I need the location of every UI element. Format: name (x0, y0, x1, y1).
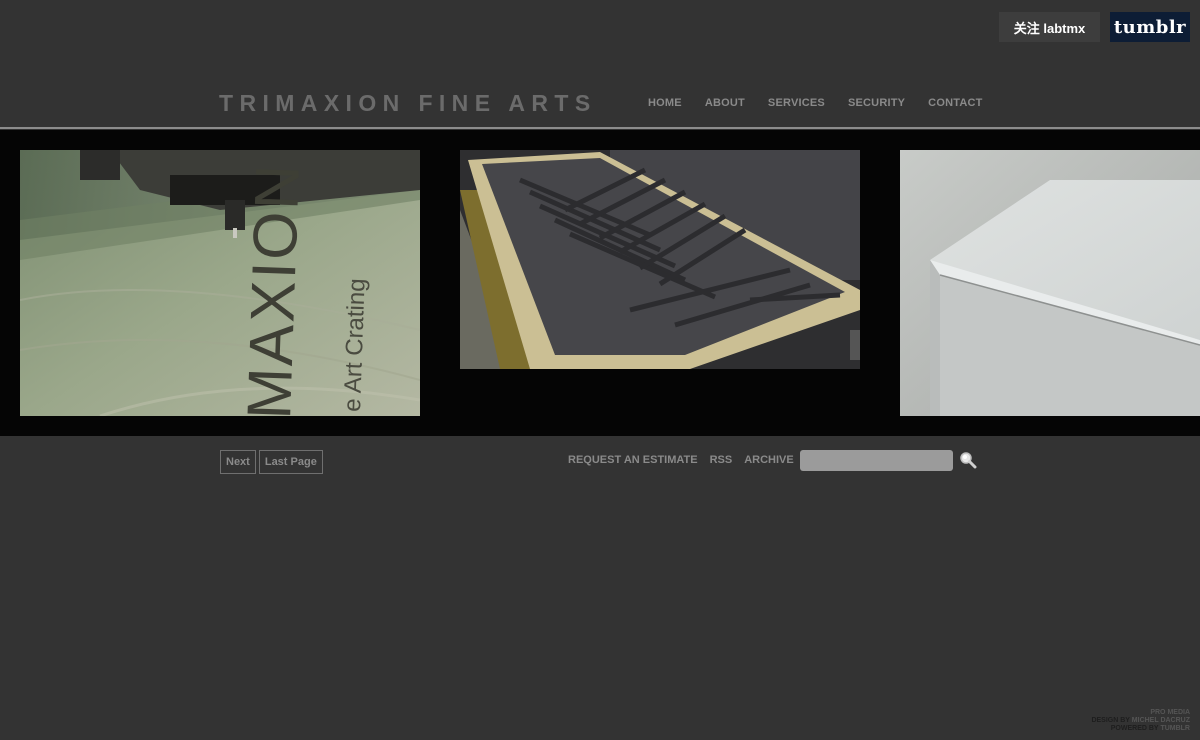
archive-link[interactable]: ARCHIVE (744, 454, 794, 466)
site-title[interactable]: TRIMAXION FINE ARTS (219, 90, 597, 117)
nav-about[interactable]: ABOUT (705, 97, 745, 109)
pagination: Next Last Page (220, 450, 323, 474)
header-divider (0, 127, 1200, 129)
gallery-photo-box[interactable] (900, 150, 1200, 416)
last-page-button[interactable]: Last Page (258, 450, 323, 474)
credits-powered-prefix: POWERED BY (1110, 725, 1159, 732)
page: 关注 labtmx tumblr TRIMAXION FINE ARTS HOM… (0, 0, 1200, 740)
footer-links: REQUEST AN ESTIMATE RSS ARCHIVE (568, 454, 806, 466)
gallery-photo-engraving[interactable]: MAXION e Art Crating (20, 150, 420, 416)
engraved-text-small: e Art Crating (339, 278, 371, 412)
rss-link[interactable]: RSS (710, 454, 733, 466)
credits-tumblr-link[interactable]: TUMBLR (1160, 725, 1190, 732)
request-estimate-link[interactable]: REQUEST AN ESTIMATE (568, 454, 698, 466)
follow-button[interactable]: 关注 labtmx (999, 12, 1100, 42)
nav-services[interactable]: SERVICES (768, 97, 825, 109)
next-page-button[interactable]: Next (220, 450, 256, 474)
site-credits: PRO MEDIA DESIGN BY MICHEL DACRUZ POWERE… (1091, 709, 1190, 733)
photo-gallery: MAXION e Art Crating (0, 130, 1200, 436)
credits-line1: PRO MEDIA (1150, 709, 1190, 716)
nav-security[interactable]: SECURITY (848, 97, 905, 109)
engraved-text-large: MAXION (235, 162, 313, 416)
magnifier-icon[interactable] (959, 451, 977, 469)
credits-designer-link[interactable]: MICHEL DACRUZ (1132, 717, 1190, 724)
credits-design-prefix: DESIGN BY (1091, 717, 1130, 724)
nav-contact[interactable]: CONTACT (928, 97, 982, 109)
nav-home[interactable]: HOME (648, 97, 682, 109)
main-nav: HOME ABOUT SERVICES SECURITY CONTACT (648, 97, 1006, 109)
search-input[interactable] (800, 450, 953, 471)
tumblr-logo-button[interactable]: tumblr (1110, 12, 1190, 42)
gallery-photo-crate[interactable] (460, 150, 860, 369)
